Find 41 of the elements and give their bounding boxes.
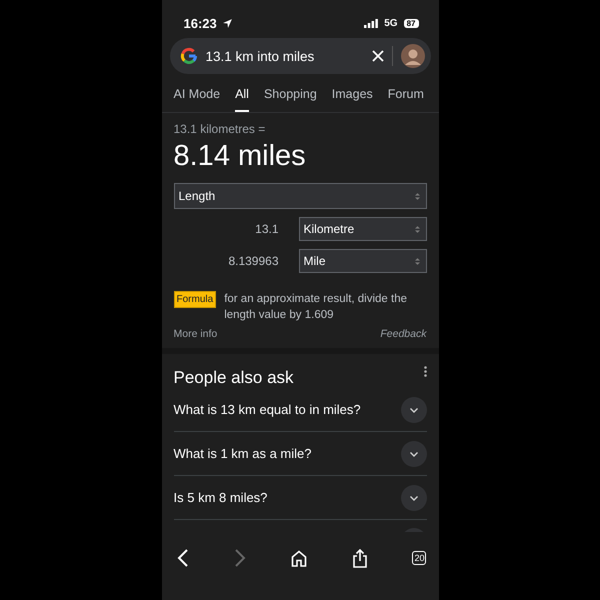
feedback-link[interactable]: Feedback: [380, 328, 426, 340]
back-icon[interactable]: [176, 549, 188, 567]
expand-chevron-icon[interactable]: [400, 396, 426, 422]
battery-level: 87: [404, 18, 418, 28]
section-title: People also ask: [174, 368, 294, 388]
forward-icon[interactable]: [234, 549, 246, 567]
unit-value[interactable]: 8.139963: [228, 254, 278, 268]
search-tab[interactable]: Forum: [388, 78, 424, 112]
location-arrow-icon: [222, 18, 233, 28]
unit-select[interactable]: Kilometre: [298, 217, 426, 241]
question-item[interactable]: Is 5 km 8 miles?: [174, 490, 268, 505]
status-time: 16:23: [184, 16, 217, 30]
more-options-icon[interactable]: [424, 366, 426, 377]
unit-value[interactable]: 13.1: [255, 222, 278, 236]
home-icon[interactable]: [291, 550, 308, 566]
question-item[interactable]: What is 13 km equal to in miles?: [174, 402, 361, 417]
sort-arrows-icon: [414, 192, 420, 200]
quantity-select[interactable]: Length: [174, 183, 426, 209]
letter-logo-icon: [180, 47, 198, 65]
search-tab[interactable]: Images: [332, 78, 373, 112]
formula-badge: Formula: [174, 291, 216, 308]
question-item[interactable]: What is 1 km as a mile?: [174, 446, 312, 461]
search-tab[interactable]: All: [235, 78, 249, 112]
conversion-result: 8.14 miles: [174, 140, 307, 173]
search-tab[interactable]: AI Mode: [174, 78, 220, 112]
expand-chevron-icon[interactable]: [400, 440, 426, 466]
close-icon[interactable]: [372, 50, 384, 62]
avatar[interactable]: [400, 44, 424, 68]
conversion-equation: 13.1 kilometres =: [174, 122, 266, 136]
unit-select[interactable]: Mile: [298, 249, 426, 273]
network-label: 5G: [384, 18, 398, 28]
sort-arrows-icon: [414, 224, 420, 234]
tab-count-button[interactable]: 20: [412, 551, 426, 565]
search-tab[interactable]: Shopping: [264, 78, 317, 112]
formula-text: for an approximate result, divide the length value by 1.609: [224, 292, 408, 323]
sort-arrows-icon: [414, 256, 420, 266]
expand-chevron-icon[interactable]: [400, 484, 426, 510]
more-info-link[interactable]: More info: [174, 328, 218, 340]
share-icon[interactable]: [352, 548, 367, 568]
signal-icon: [364, 18, 378, 28]
search-field[interactable]: 13.1 km into miles: [170, 38, 430, 74]
